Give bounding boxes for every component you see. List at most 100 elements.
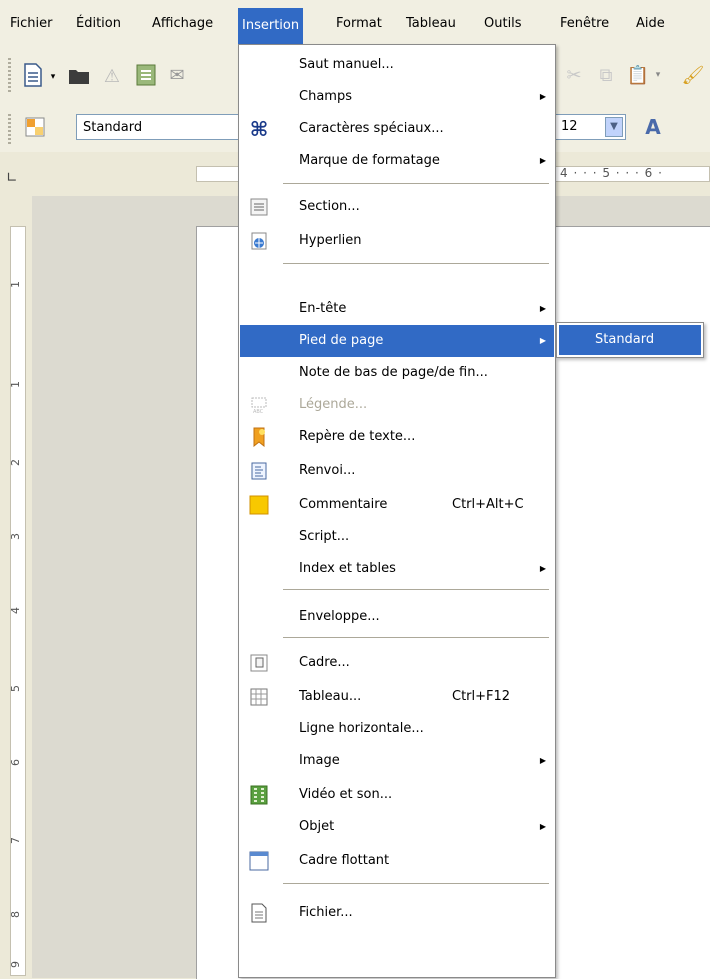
menu-item-fichier[interactable]: Fichier... [240, 897, 554, 929]
menu-item-label: Pied de page [299, 333, 384, 348]
menu-item-repere-texte[interactable]: Repère de texte... [240, 421, 554, 453]
menu-item-enveloppe[interactable]: Enveloppe... [240, 601, 554, 633]
menu-item-hyperlien[interactable]: Hyperlien [240, 225, 554, 257]
menu-item-label: Commentaire [299, 497, 388, 512]
menu-item-label: Caractères spéciaux... [299, 121, 444, 136]
new-dropdown-icon[interactable]: ▾ [48, 72, 58, 82]
menu-item-legende[interactable]: ABC Légende... [240, 389, 554, 421]
media-icon [249, 785, 269, 805]
menu-separator [283, 883, 549, 884]
menu-outils-label: Outils [484, 16, 522, 31]
menu-item-marque-formatage[interactable]: Marque de formatage ▶ [240, 145, 554, 177]
vruler-mark: 1 [9, 381, 22, 388]
cut-icon[interactable]: ✂ [562, 62, 586, 88]
menu-separator [283, 589, 549, 590]
menu-item-image[interactable]: Image ▶ [240, 745, 554, 777]
menu-outils[interactable]: Outils [480, 14, 526, 34]
menu-item-shortcut: Ctrl+F12 [452, 689, 511, 704]
menu-aide-label: Aide [636, 16, 665, 31]
menu-item-label: Objet [299, 819, 335, 834]
toolbar-grip-2[interactable] [8, 114, 11, 144]
menu-item-note-bas-page[interactable]: Note de bas de page/de fin... [240, 357, 554, 389]
menu-fichier[interactable]: Fichier [6, 14, 57, 34]
font-size-dropdown-icon[interactable]: ▼ [605, 117, 623, 137]
submenu-arrow-icon: ▶ [539, 156, 546, 165]
menu-format[interactable]: Format [332, 14, 386, 34]
submenu-arrow-icon: ▶ [539, 756, 546, 765]
hyperlink-icon [249, 231, 269, 251]
tab-stop-icon[interactable]: ∟ [6, 170, 18, 186]
paste-icon[interactable]: 📋 [626, 62, 650, 88]
menu-affichage[interactable]: Affichage [148, 14, 217, 34]
menu-item-label: Section... [299, 199, 360, 214]
menu-aide[interactable]: Aide [632, 14, 669, 34]
menu-item-label: Légende... [299, 397, 368, 412]
menu-item-objet[interactable]: Objet ▶ [240, 811, 554, 843]
menu-edition[interactable]: Édition [72, 14, 125, 34]
menu-item-label: En-tête [299, 301, 347, 316]
insertion-menu: Saut manuel... Champs ▶ ⌘ Caractères spéc… [238, 44, 556, 978]
new-document-icon[interactable] [20, 62, 46, 88]
open-folder-icon[interactable] [66, 64, 92, 88]
vruler-mark: 9 [9, 961, 22, 968]
menu-tableau-label: Tableau [406, 16, 456, 31]
menu-separator [283, 263, 549, 264]
menu-insertion[interactable]: Insertion [238, 8, 304, 44]
clone-formatting-icon[interactable]: 🖌 [680, 62, 706, 88]
vruler-mark: 8 [9, 911, 22, 918]
copy-icon[interactable]: ⧉ [594, 62, 618, 88]
comment-icon [249, 495, 269, 515]
pied-de-page-submenu: Standard [556, 322, 704, 358]
menu-item-label: Image [299, 753, 340, 768]
menu-item-label: Marque de formatage [299, 153, 440, 168]
vruler-mark: 1 [9, 281, 22, 288]
menu-item-en-tete[interactable]: En-tête ▶ [240, 293, 554, 325]
menu-item-label: Enveloppe... [299, 609, 380, 624]
menu-fenetre[interactable]: Fenêtre [556, 14, 613, 34]
toolbar-grip[interactable] [8, 58, 11, 94]
table-icon [249, 687, 269, 707]
export-icon[interactable] [134, 62, 158, 88]
font-size-select[interactable]: 12 ▼ [554, 114, 626, 140]
floating-frame-icon [249, 851, 269, 871]
font-effect-icon[interactable]: A [640, 114, 666, 140]
submenu-item-standard[interactable]: Standard [559, 325, 701, 355]
paragraph-style-select[interactable]: Standard [76, 114, 246, 140]
menu-item-cadre[interactable]: Cadre... [240, 647, 554, 679]
frame-icon [249, 653, 269, 673]
email-icon[interactable]: ✉ [164, 62, 190, 88]
submenu-arrow-icon: ▶ [539, 822, 546, 831]
menu-bar: Fichier Édition Affichage Insertion Form… [0, 0, 710, 49]
menu-item-script[interactable]: Script... [240, 521, 554, 553]
paste-dropdown-icon[interactable]: ▾ [652, 70, 664, 80]
submenu-arrow-icon: ▶ [539, 564, 546, 573]
menu-item-renvoi[interactable]: Renvoi... [240, 455, 554, 487]
menu-item-video-son[interactable]: Vidéo et son... [240, 779, 554, 811]
menu-item-cadre-flottant[interactable]: Cadre flottant [240, 845, 554, 877]
menu-item-caracteres-speciaux[interactable]: ⌘ Caractères spéciaux... [240, 113, 554, 145]
menu-item-label: Saut manuel... [299, 57, 394, 72]
paragraph-style-value: Standard [83, 120, 143, 135]
menu-item-label: Repère de texte... [299, 429, 416, 444]
special-chars-icon: ⌘ [249, 117, 269, 141]
menu-format-label: Format [336, 16, 382, 31]
menu-item-section[interactable]: Section... [240, 191, 554, 223]
menu-item-pied-de-page[interactable]: Pied de page ▶ [240, 325, 554, 357]
menu-item-shortcut: Ctrl+Alt+C [452, 497, 524, 512]
menu-separator [283, 637, 549, 638]
menu-item-index-tables[interactable]: Index et tables ▶ [240, 553, 554, 585]
vertical-ruler-strip[interactable] [10, 226, 26, 976]
menu-item-champs[interactable]: Champs ▶ [240, 81, 554, 113]
menu-item-label: Index et tables [299, 561, 396, 576]
styles-icon[interactable] [24, 116, 46, 138]
menu-item-label: Hyperlien [299, 233, 362, 248]
save-icon[interactable]: ⚠ [100, 64, 124, 88]
menu-item-label: Cadre flottant [299, 853, 390, 868]
menu-item-ligne-horizontale[interactable]: Ligne horizontale... [240, 713, 554, 745]
menu-tableau[interactable]: Tableau [402, 14, 460, 34]
menu-item-commentaire[interactable]: Commentaire Ctrl+Alt+C [240, 489, 554, 521]
menu-item-tableau[interactable]: Tableau... Ctrl+F12 [240, 681, 554, 713]
menu-item-saut-manuel[interactable]: Saut manuel... [240, 49, 554, 81]
vruler-mark: 4 [9, 607, 22, 614]
menu-fichier-label: Fichier [10, 16, 53, 31]
